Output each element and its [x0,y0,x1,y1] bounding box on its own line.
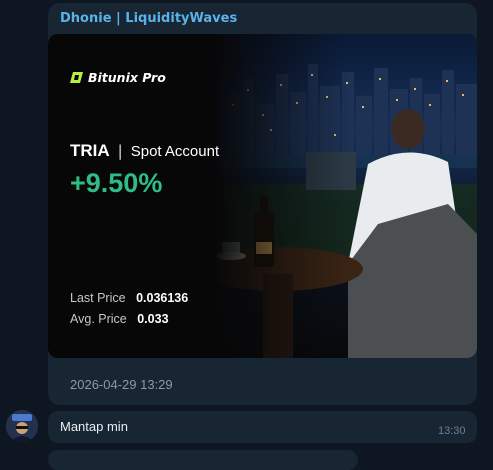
pnl-percent: +9.50% [70,168,163,198]
pnl-share-card[interactable]: Bitunix Pro TRIA | Spot Account +9.50% L… [48,34,477,358]
symbol: TRIA [70,141,110,160]
avg-price-row: Avg. Price 0.033 [70,312,169,326]
reply-time: 13:30 [438,425,466,437]
avatar[interactable] [6,410,38,442]
avg-price-value: 0.033 [137,312,169,326]
trading-pair: TRIA | Spot Account [70,141,219,161]
last-price-label: Last Price [70,291,126,305]
next-message-bubble[interactable] [48,450,358,470]
message-timestamp: 2026-04-29 13:29 [70,377,173,392]
separator: | [117,142,123,160]
sender-name[interactable]: Dhonie | LiquidityWaves [60,11,237,26]
brand-name: Bitunix Pro [88,70,166,85]
reply-text: Mantap min [60,419,128,434]
account-type: Spot Account [130,143,220,160]
bitunix-logo-icon [70,72,83,83]
last-price-row: Last Price 0.036136 [70,291,188,305]
avatar-image [6,410,38,442]
brand-logo: Bitunix Pro [70,70,166,85]
last-price-value: 0.036136 [136,291,189,305]
avg-price-label: Avg. Price [70,312,127,326]
